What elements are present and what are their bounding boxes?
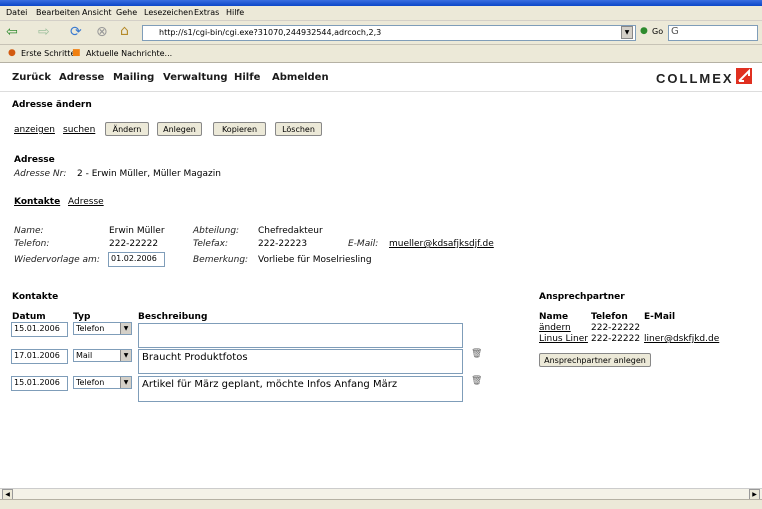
browser-menubar: Datei Bearbeiten Ansicht Gehe Lesezeiche… (0, 6, 762, 21)
firefox-icon: ● (8, 48, 16, 58)
kontakte-heading: Kontakte (12, 292, 59, 302)
row2-typ-select[interactable]: Mail ▼ (73, 349, 132, 362)
email-label: E-Mail: (348, 239, 379, 249)
kopieren-button[interactable]: Kopieren (213, 122, 266, 136)
ap-col-telefon: Telefon (591, 312, 628, 322)
url-text: http://s1/cgi-bin/cgi.exe?31070,24493254… (159, 28, 382, 37)
menu-lesezeichen[interactable]: Lesezeichen (144, 8, 193, 17)
abteilung-value: Chefredakteur (258, 226, 323, 236)
go-icon[interactable]: ● (640, 26, 648, 36)
col-beschreibung: Beschreibung (138, 312, 208, 322)
abteilung-label: Abteilung: (193, 226, 240, 236)
trash-icon[interactable]: 🗑 (471, 376, 482, 386)
forward-arrow-icon[interactable]: ⇨ (38, 25, 50, 39)
ap-row1-name-link[interactable]: ändern (539, 323, 571, 333)
ap-row1-telefon: 222-22222 (591, 323, 641, 333)
telefon-label: Telefon: (14, 239, 50, 249)
menu-hilfe[interactable]: Hilfe (226, 8, 244, 17)
go-label[interactable]: Go (652, 27, 663, 36)
row3-beschreibung-textarea[interactable]: Artikel für März geplant, möchte Infos A… (138, 376, 463, 402)
back-arrow-icon[interactable]: ⇦ (6, 25, 18, 39)
nav-mailing[interactable]: Mailing (113, 72, 154, 83)
chevron-down-icon: ▼ (120, 323, 131, 334)
bemerkung-label: Bemerkung: (193, 255, 249, 265)
home-icon[interactable]: ⌂ (120, 24, 129, 38)
menu-gehe[interactable]: Gehe (116, 8, 137, 17)
ap-col-name: Name (539, 312, 569, 322)
nav-verwaltung[interactable]: Verwaltung (163, 72, 228, 83)
ansprechpartner-anlegen-button[interactable]: Ansprechpartner anlegen (539, 353, 651, 367)
tab-kontakte[interactable]: Kontakte (14, 197, 60, 207)
trash-icon[interactable]: 🗑 (471, 349, 482, 359)
stop-icon[interactable]: ⊗ (96, 25, 108, 39)
address-nr-label: Adresse Nr: (14, 169, 67, 179)
chevron-down-icon: ▼ (120, 377, 131, 388)
app-navigation: Zurück Adresse Mailing Verwaltung Hilfe … (0, 63, 762, 92)
telefon-value: 222-22222 (109, 239, 159, 249)
bookmarks-bar: ● Erste Schritte ■ Aktuelle Nachrichte..… (0, 45, 762, 63)
row3-typ-select[interactable]: Telefon ▼ (73, 376, 132, 389)
ap-row2-email-link[interactable]: liner@dskfjkd.de (644, 334, 719, 344)
row1-beschreibung-textarea[interactable] (138, 323, 463, 348)
aendern-button[interactable]: Ändern (105, 122, 149, 136)
anlegen-button[interactable]: Anlegen (157, 122, 202, 136)
row2-typ-value: Mail (76, 351, 93, 360)
row1-datum-input[interactable]: 15.01.2006 (11, 322, 68, 337)
bookmark-aktuelle-nachrichten[interactable]: Aktuelle Nachrichte... (86, 49, 172, 58)
telefax-label: Telefax: (193, 239, 229, 249)
col-typ: Typ (73, 312, 91, 322)
ansprechpartner-heading: Ansprechpartner (539, 292, 625, 302)
address-heading: Adresse (14, 155, 55, 165)
ap-row2-name-link[interactable]: Linus Liner (539, 334, 588, 344)
row3-typ-value: Telefon (76, 378, 105, 387)
menu-datei[interactable]: Datei (6, 8, 27, 17)
menu-extras[interactable]: Extras (194, 8, 219, 17)
link-suchen[interactable]: suchen (63, 125, 95, 135)
row3-datum-input[interactable]: 15.01.2006 (11, 376, 68, 391)
row2-datum-input[interactable]: 17.01.2006 (11, 349, 68, 364)
wiedervorlage-input[interactable]: 01.02.2006 (108, 252, 165, 267)
menu-bearbeiten[interactable]: Bearbeiten (36, 8, 80, 17)
telefax-value: 222-22223 (258, 239, 308, 249)
tab-adresse[interactable]: Adresse (68, 197, 104, 207)
page-title: Adresse ändern (12, 100, 92, 110)
nav-hilfe[interactable]: Hilfe (234, 72, 260, 83)
col-datum: Datum (12, 312, 46, 322)
url-bar[interactable]: http://s1/cgi-bin/cgi.exe?31070,24493254… (142, 25, 636, 41)
reload-icon[interactable]: ⟳ (70, 25, 82, 39)
bookmark-erste-schritte[interactable]: Erste Schritte (21, 49, 75, 58)
browser-navbar: ⇦ ⇨ ⟳ ⊗ ⌂ http://s1/cgi-bin/cgi.exe?3107… (0, 21, 762, 45)
collmex-logo-text: COLLMEX (656, 71, 734, 86)
nav-zurueck[interactable]: Zurück (12, 72, 51, 83)
row1-typ-value: Telefon (76, 324, 105, 333)
row1-typ-select[interactable]: Telefon ▼ (73, 322, 132, 335)
rss-icon: ■ (72, 48, 81, 58)
bemerkung-value: Vorliebe für Moselriesling (258, 255, 372, 265)
url-dropdown-icon[interactable]: ▼ (621, 26, 633, 39)
name-label: Name: (14, 226, 44, 236)
link-anzeigen[interactable]: anzeigen (14, 125, 55, 135)
collmex-logo-icon (736, 68, 752, 84)
search-icon: G (671, 26, 679, 37)
address-nr-value: 2 - Erwin Müller, Müller Magazin (77, 169, 221, 179)
chevron-down-icon: ▼ (120, 350, 131, 361)
nav-adresse[interactable]: Adresse (59, 72, 104, 83)
ap-col-email: E-Mail (644, 312, 676, 322)
email-link[interactable]: mueller@kdsafjksdjf.de (389, 239, 494, 249)
row2-beschreibung-textarea[interactable]: Braucht Produktfotos (138, 349, 463, 374)
loeschen-button[interactable]: Löschen (275, 122, 322, 136)
name-value: Erwin Müller (109, 226, 165, 236)
nav-abmelden[interactable]: Abmelden (272, 72, 329, 83)
search-input[interactable]: G (668, 25, 758, 41)
menu-ansicht[interactable]: Ansicht (82, 8, 112, 17)
wiedervorlage-label: Wiedervorlage am: (14, 255, 100, 265)
ap-row2-telefon: 222-22222 (591, 334, 641, 344)
